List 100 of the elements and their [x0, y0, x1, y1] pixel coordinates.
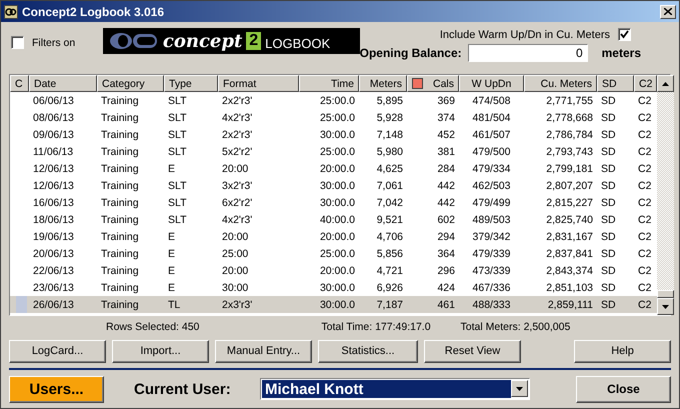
table-cell: 20:00.0 [320, 264, 355, 276]
action-button[interactable]: Manual Entry... [215, 340, 312, 362]
table-cell: SD [601, 146, 616, 158]
table-cell: SD [601, 112, 616, 124]
table-cell: 374 [437, 112, 455, 124]
total-label: Total Meters: 2,500,005 [460, 321, 570, 333]
column-header[interactable]: Cals [407, 75, 459, 92]
table-cell: 467/336 [472, 282, 510, 294]
column-header[interactable]: C [10, 75, 29, 92]
table-row[interactable]: 12/06/13 Training SLT 3x2'r3' 30:00.0 7,061 442 462/503 2,807,207 SD C2 [10, 177, 657, 194]
table-cell: 7,061 [376, 180, 403, 192]
column-header[interactable]: Meters [359, 75, 407, 92]
table-cell: 2x2'r3' [222, 128, 252, 140]
total-label: Rows Selected: 450 [106, 321, 200, 333]
warmup-checkbox[interactable] [618, 28, 631, 41]
action-button[interactable]: LogCard... [9, 340, 106, 362]
table-row[interactable]: 18/06/13 Training SLT 4x2'r3' 40:00.0 9,521 602 489/503 2,825,740 SD C2 [10, 211, 657, 228]
table-cell: 474/508 [472, 94, 510, 106]
table-row[interactable]: 16/06/13 Training SLT 6x2'r2' 30:00.0 7,042 442 479/499 2,815,227 SD C2 [10, 194, 657, 211]
column-header[interactable]: Category [97, 75, 164, 92]
action-button[interactable]: Help [574, 340, 671, 362]
table-cell: 2x3'r3' [222, 298, 252, 310]
scroll-down-icon[interactable] [657, 298, 674, 315]
table-cell: C2 [638, 298, 652, 310]
table-cell: 481/504 [472, 112, 510, 124]
table-cell: E [168, 162, 176, 174]
column-header[interactable]: Type [164, 75, 218, 92]
table-cell: E [168, 248, 176, 260]
user-dropdown[interactable]: Michael Knott [260, 378, 530, 400]
table-cell: Training [101, 112, 139, 124]
action-button[interactable]: Import... [112, 340, 209, 362]
table-cell: 369 [437, 94, 455, 106]
table-cell: 473/339 [472, 264, 510, 276]
close-icon[interactable] [660, 4, 676, 18]
table-cell: 20:00 [222, 230, 248, 242]
table-cell: 2,851,103 [546, 282, 593, 294]
table-cell: SLT [168, 94, 186, 106]
opening-balance-label: Opening Balance: [360, 46, 462, 60]
filters-label: Filters on [32, 36, 76, 48]
close-button[interactable]: Close [576, 376, 671, 402]
table-cell: E [168, 282, 176, 294]
table-cell: C2 [638, 162, 652, 174]
table-row[interactable]: 11/06/13 Training SLT 5x2'r2' 25:00.0 5,980 381 479/500 2,793,743 SD C2 [10, 143, 657, 160]
table-row[interactable]: 08/06/13 Training SLT 4x2'r3' 25:00.0 5,928 374 481/504 2,778,668 SD C2 [10, 109, 657, 126]
column-header[interactable]: SD [597, 75, 634, 92]
column-header[interactable]: C2 [634, 75, 657, 92]
table-cell: 30:00 [222, 282, 248, 294]
scroll-up-icon[interactable] [657, 75, 674, 92]
table-cell: 18/06/13 [33, 214, 74, 226]
table-cell: 2,793,743 [546, 146, 593, 158]
table-cell: Training [101, 128, 139, 140]
table-cell: C2 [638, 112, 652, 124]
table-cell: 25:00.0 [320, 146, 355, 158]
scrollbar[interactable] [657, 75, 674, 315]
table-cell: 479/500 [472, 146, 510, 158]
table-cell: Training [101, 162, 139, 174]
column-header[interactable]: Format [218, 75, 299, 92]
filters-checkbox[interactable] [11, 36, 24, 49]
table-cell: 2,786,784 [546, 128, 593, 140]
table-cell: C2 [638, 230, 652, 242]
table-cell: 20:00 [222, 162, 248, 174]
table-cell: 2,837,841 [546, 248, 593, 260]
table-row[interactable]: 22/06/13 Training E 20:00 20:00.0 4,721 296 473/339 2,843,374 SD C2 [10, 262, 657, 279]
opening-balance-field[interactable]: 0 [468, 44, 588, 62]
table-cell: C2 [638, 264, 652, 276]
table-row[interactable]: 19/06/13 Training E 20:00 20:00.0 4,706 294 379/342 2,831,167 SD C2 [10, 228, 657, 245]
table-cell: 6,926 [376, 282, 403, 294]
table-cell: 4,706 [376, 230, 403, 242]
scrollbar-thumb[interactable] [657, 290, 674, 298]
table-cell: 479/499 [472, 196, 510, 208]
column-header[interactable]: Date [29, 75, 97, 92]
table-cell: Training [101, 230, 139, 242]
table-row[interactable]: 20/06/13 Training E 25:00 25:00.0 5,856 364 479/339 2,837,841 SD C2 [10, 245, 657, 262]
table-row[interactable]: 12/06/13 Training E 20:00 20:00.0 4,625 284 479/334 2,799,181 SD C2 [10, 160, 657, 177]
table-cell: 25:00.0 [320, 94, 355, 106]
action-button[interactable]: Reset View [424, 340, 521, 362]
table-cell: Training [101, 298, 139, 310]
table-cell: 379/342 [472, 230, 510, 242]
table-cell: C2 [638, 214, 652, 226]
table-cell: 2,825,740 [546, 214, 593, 226]
table-cell: 16/06/13 [33, 196, 74, 208]
table-row[interactable]: 06/06/13 Training SLT 2x2'r3' 25:00.0 5,895 369 474/508 2,771,755 SD C2 [10, 92, 657, 109]
action-button[interactable]: Statistics... [318, 340, 418, 362]
table-cell: SD [601, 214, 616, 226]
table-cell: SD [601, 196, 616, 208]
table-row[interactable]: 26/06/13 Training TL 2x3'r3' 30:00.0 7,187 461 488/333 2,859,111 SD C2 [10, 296, 657, 313]
column-header[interactable]: Cu. Meters [524, 75, 597, 92]
table-cell: 294 [437, 230, 455, 242]
users-button[interactable]: Users... [9, 376, 104, 402]
table-cell: 5,928 [376, 112, 403, 124]
table-row[interactable]: 09/06/13 Training SLT 2x2'r3' 30:00.0 7,148 452 461/507 2,786,784 SD C2 [10, 126, 657, 143]
app-icon [4, 4, 18, 18]
table-row[interactable]: 23/06/13 Training E 30:00 30:00.0 6,926 424 467/336 2,851,103 SD C2 [10, 279, 657, 296]
current-user-label: Current User: [134, 380, 232, 398]
table-cell: 5x2'r2' [222, 146, 252, 158]
column-header[interactable]: Time [299, 75, 359, 92]
column-header[interactable]: W UpDn [459, 75, 524, 92]
table-cell: Training [101, 214, 139, 226]
table-cell: 461 [437, 298, 455, 310]
table-cell: 2,843,374 [546, 264, 593, 276]
